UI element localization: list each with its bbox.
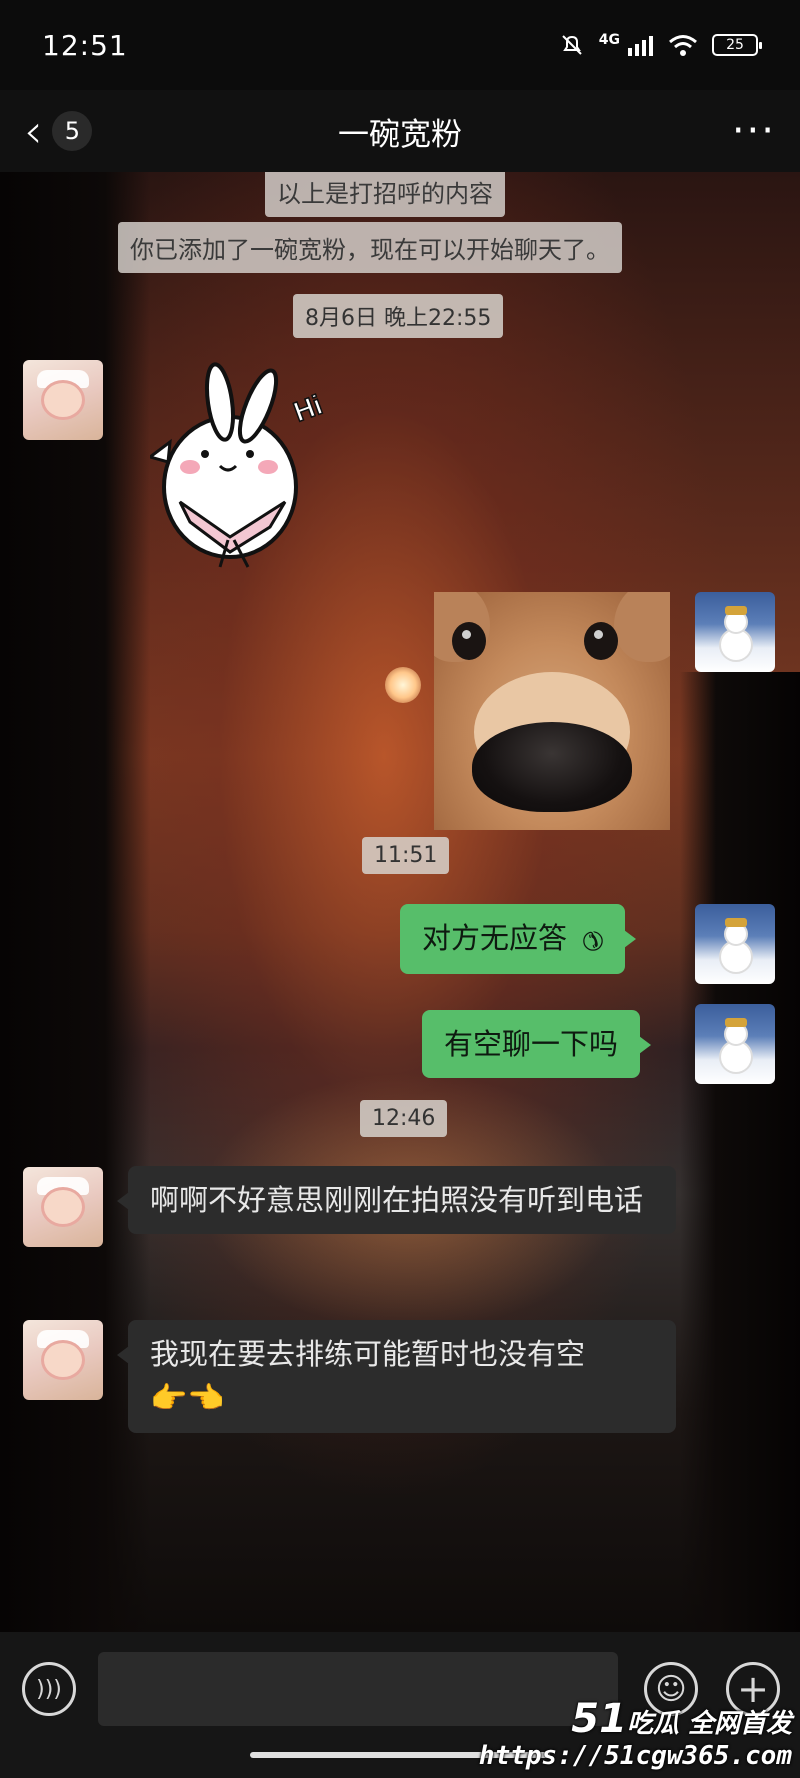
pointing-hands-emoji: 👉👈 <box>150 1381 225 1416</box>
contact-avatar[interactable] <box>23 1167 103 1247</box>
status-bar: 12:51 4G 25 <box>0 0 800 90</box>
voice-wave-icon: ))) <box>36 1676 62 1702</box>
my-avatar[interactable] <box>695 1004 775 1084</box>
smiley-icon: ☺ <box>655 1671 687 1707</box>
contact-avatar[interactable] <box>23 360 103 440</box>
system-added-note: 你已添加了一碗宽粉，现在可以开始聊天了。 <box>118 222 622 273</box>
voice-input-button[interactable]: ))) <box>22 1662 76 1716</box>
dog-nose <box>472 722 632 812</box>
status-icons: 4G 25 <box>559 32 762 58</box>
dog-eye <box>452 622 486 660</box>
mute-bell-icon <box>562 35 582 55</box>
my-avatar[interactable] <box>695 904 775 984</box>
sent-text-bubble[interactable]: 有空聊一下吗 <box>422 1010 652 1078</box>
system-greeting-note: 以上是打招呼的内容 <box>265 172 505 217</box>
signal-icon <box>628 36 653 56</box>
timestamp: 12:46 <box>360 1100 448 1137</box>
chat-header: ‹ 5 一碗宽粉 ··· <box>0 90 800 172</box>
status-time: 12:51 <box>42 28 128 62</box>
wifi-icon <box>669 35 697 56</box>
battery-level: 25 <box>726 37 744 53</box>
call-status-text: 对方无应答 <box>422 921 568 955</box>
dog-eye <box>584 622 618 660</box>
more-dots-icon[interactable]: ··· <box>732 111 776 151</box>
sent-dog-photo[interactable] <box>434 592 670 830</box>
received-text-bubble[interactable]: 啊啊不好意思刚刚在拍照没有听到电话 <box>117 1166 676 1234</box>
chat-input-bar: ))) ☺ + 51吃瓜 全网首发 https://51cgw365.com <box>0 1632 800 1778</box>
phone-icon: ✆ <box>573 921 611 959</box>
watermark-url: https://51cgw365.com <box>478 1741 792 1771</box>
network-label: 4G <box>598 32 620 48</box>
my-avatar[interactable] <box>695 592 775 672</box>
timestamp: 11:51 <box>362 837 450 874</box>
contact-avatar[interactable] <box>23 1320 103 1400</box>
background-tree-right <box>680 672 800 1632</box>
sent-call-bubble[interactable]: 对方无应答 ✆ <box>400 904 636 974</box>
message-text: 我现在要去排练可能暂时也没有空 <box>150 1337 586 1371</box>
chat-title: 一碗宽粉 <box>338 116 462 153</box>
sticker-hi-text: Hi <box>289 389 326 428</box>
background-sun <box>385 667 421 703</box>
message-text: 啊啊不好意思刚刚在拍照没有听到电话 <box>150 1183 644 1217</box>
watermark: 51吃瓜 全网首发 https://51cgw365.com <box>478 1699 792 1772</box>
timestamp: 8月6日 晚上22:55 <box>293 294 504 338</box>
chat-message-list[interactable]: 以上是打招呼的内容 你已添加了一碗宽粉，现在可以开始聊天了。 8月6日 晚上22… <box>0 172 800 1632</box>
watermark-number: 51 <box>571 1696 627 1742</box>
unread-count-badge: 5 <box>52 111 93 151</box>
chevron-left-icon: ‹ <box>24 104 43 158</box>
battery-icon: 25 <box>712 34 762 56</box>
received-text-bubble[interactable]: 我现在要去排练可能暂时也没有空 👉👈 <box>117 1320 676 1433</box>
message-text: 有空聊一下吗 <box>444 1027 619 1061</box>
watermark-text: 吃瓜 全网首发 <box>626 1709 792 1739</box>
back-button[interactable]: ‹ 5 <box>24 104 93 158</box>
rabbit-hi-sticker[interactable]: Hi <box>150 362 350 572</box>
